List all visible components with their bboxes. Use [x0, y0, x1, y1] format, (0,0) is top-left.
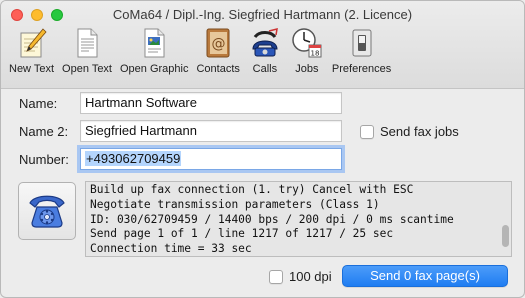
- name-label: Name:: [19, 96, 58, 111]
- graphic-document-icon: [137, 25, 171, 61]
- toolbar-calls[interactable]: Calls: [244, 25, 286, 75]
- log-line: Negotiate transmission parameters (Class…: [90, 197, 380, 211]
- name2-field[interactable]: Siegfried Hartmann: [80, 120, 342, 142]
- toolbar-new-text[interactable]: New Text: [5, 25, 58, 75]
- number-label: Number:: [19, 152, 69, 167]
- log-line: ID: 030/62709459 / 14400 bps / 200 dpi /…: [90, 212, 454, 226]
- toolbar-jobs[interactable]: 18 Jobs: [286, 25, 328, 75]
- log-line: Send page 1 of 1 / line 1217 of 1217 / 2…: [90, 227, 394, 241]
- toolbar-contacts[interactable]: @ Contacts: [192, 25, 243, 75]
- dpi-checkbox[interactable]: [269, 269, 283, 284]
- window-title: CoMa64 / Dipl.-Ing. Siegfried Hartmann (…: [112, 7, 413, 22]
- app-window: CoMa64 / Dipl.-Ing. Siegfried Hartmann (…: [0, 0, 525, 298]
- svg-text:@: @: [212, 36, 226, 52]
- toolbar-label: Preferences: [331, 63, 392, 75]
- send-fax-jobs-option[interactable]: Send fax jobs: [360, 124, 459, 139]
- log-line: Connection time = 33 sec: [90, 242, 252, 256]
- number-field-value: +493062709459: [85, 151, 182, 166]
- document-icon: [70, 25, 104, 61]
- address-book-icon: @: [201, 25, 235, 61]
- toolbar-label: Jobs: [295, 63, 319, 75]
- log-scrollbar[interactable]: [502, 185, 509, 255]
- svg-text:18: 18: [310, 50, 319, 58]
- telephone-icon: [26, 189, 68, 234]
- name2-field-value: Siegfried Hartmann: [85, 123, 197, 138]
- toolbar-label: Contacts: [196, 63, 240, 75]
- name-field[interactable]: Hartmann Software: [80, 92, 342, 114]
- dpi-label: 100 dpi: [289, 269, 332, 284]
- telephone-icon: [248, 25, 282, 61]
- toolbar-label: Open Graphic: [120, 63, 189, 75]
- number-field[interactable]: +493062709459: [80, 148, 342, 170]
- name2-label: Name 2:: [19, 124, 69, 139]
- pencil-notepad-icon: [15, 25, 49, 61]
- clock-calendar-icon: 18: [290, 25, 324, 61]
- toolbar-preferences[interactable]: Preferences: [328, 25, 395, 75]
- send-fax-jobs-label: Send fax jobs: [380, 124, 459, 139]
- toolbar-open-graphic[interactable]: Open Graphic: [116, 25, 192, 75]
- toolbar-label: New Text: [9, 63, 55, 75]
- toolbar-label: Open Text: [62, 63, 112, 75]
- send-fax-jobs-checkbox[interactable]: [360, 124, 374, 139]
- send-fax-button[interactable]: Send 0 fax page(s): [342, 265, 508, 287]
- toolbar: New Text Open Text Open Graphic @ Contac…: [5, 25, 395, 75]
- name-field-value: Hartmann Software: [85, 95, 197, 110]
- dial-phone-button[interactable]: [18, 182, 76, 240]
- switch-icon: [345, 25, 379, 61]
- dpi-option[interactable]: 100 dpi: [269, 269, 332, 284]
- log-line: Build up fax connection (1. try) Cancel …: [90, 183, 414, 196]
- status-log: Build up fax connection (1. try) Cancel …: [85, 181, 512, 257]
- toolbar-label: Calls: [252, 63, 278, 75]
- log-scrollbar-thumb[interactable]: [502, 225, 509, 247]
- toolbar-open-text[interactable]: Open Text: [58, 25, 116, 75]
- titlebar: CoMa64 / Dipl.-Ing. Siegfried Hartmann (…: [1, 1, 524, 89]
